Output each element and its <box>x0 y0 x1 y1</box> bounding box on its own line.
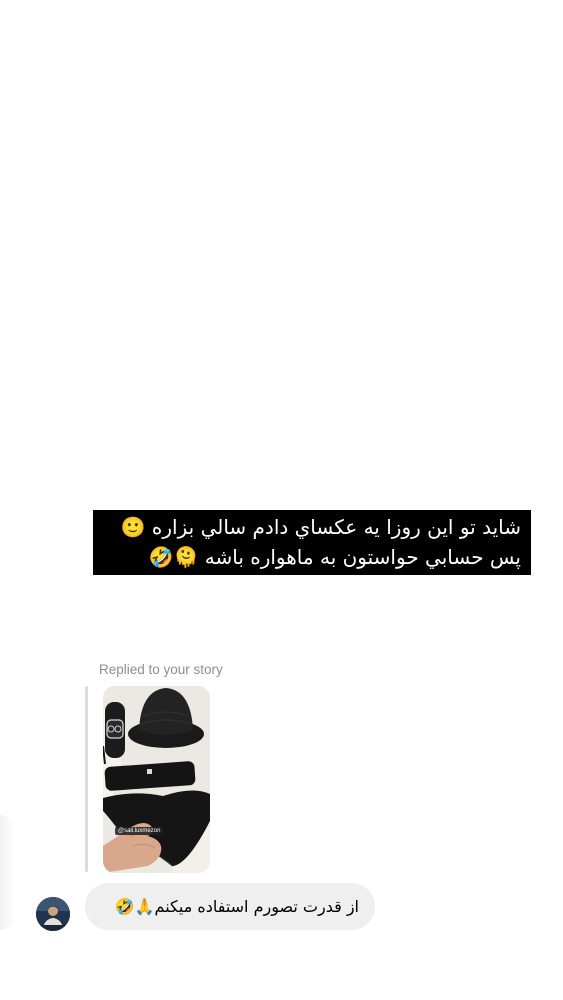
edge-shadow <box>0 815 16 930</box>
story-caption-line-2: پس حسابي حواستون به ماهواره باشه 🫠🤣 <box>148 545 521 569</box>
story-thumbnail[interactable]: @sali.luxmezon <box>103 686 210 873</box>
reply-indicator-line <box>85 686 88 872</box>
avatar-image <box>36 897 70 931</box>
story-photo <box>103 686 210 873</box>
replied-to-story-label: Replied to your story <box>99 662 223 677</box>
story-caption-line-1: شايد تو اين روزا يه عكساي دادم سالي بزار… <box>120 515 521 539</box>
story-caption-banner: شايد تو اين روزا يه عكساي دادم سالي بزار… <box>93 510 531 575</box>
story-mention-tag: @sali.luxmezon <box>115 827 164 835</box>
avatar[interactable] <box>36 897 70 931</box>
message-bubble[interactable]: از قدرت تصورم استفاده ميكنم🙏🤣 <box>85 883 375 930</box>
message-text: از قدرت تصورم استفاده ميكنم🙏🤣 <box>114 897 359 916</box>
